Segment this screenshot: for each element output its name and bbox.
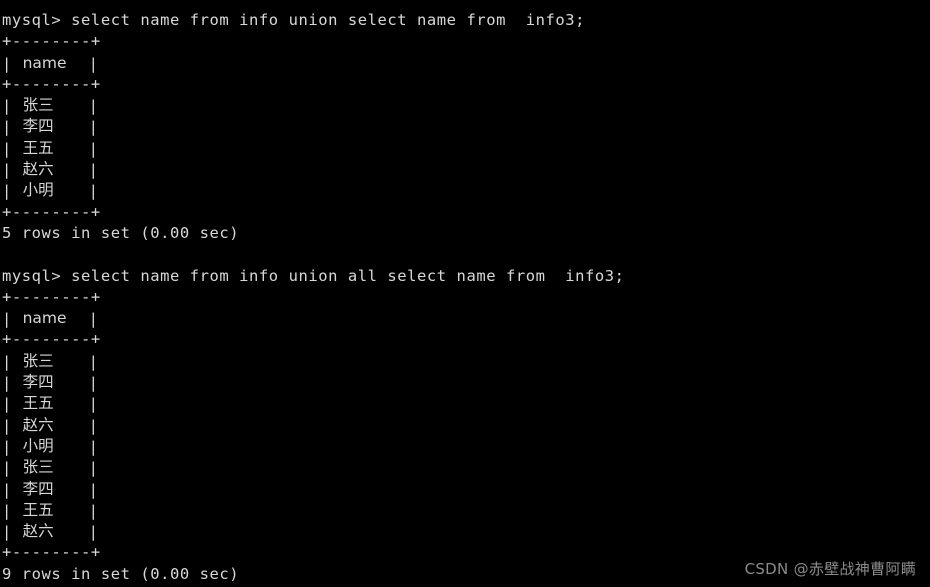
pipe-left-icon: | (2, 437, 12, 456)
pipe-left-icon: | (2, 54, 12, 73)
pipe-right-icon: | (88, 139, 99, 158)
table-row: | 小明 | (2, 436, 930, 457)
cell-value: 小明 (22, 436, 54, 455)
pipe-left-icon: | (2, 97, 12, 116)
cell-value: 张三 (22, 458, 54, 477)
table-row: | 李四 | (2, 372, 930, 393)
table-row: | 李四 | (2, 116, 930, 137)
pipe-right-icon: | (88, 97, 99, 116)
table-border-mid-1: +--------+ (2, 74, 101, 93)
pipe-right-icon: | (88, 374, 99, 393)
prompt-line-2: mysql> select name from info union all s… (2, 266, 625, 285)
cell-value: 张三 (22, 96, 54, 115)
table-row: | 赵六 | (2, 415, 930, 436)
blank-separator-line (2, 244, 930, 265)
pipe-right-icon: | (88, 310, 99, 329)
pipe-right-icon: | (88, 480, 99, 499)
table-border-top-1: +--------+ (2, 32, 101, 51)
cell-value: 李四 (22, 479, 54, 498)
pipe-right-icon: | (88, 437, 99, 456)
pipe-left-icon: | (2, 501, 12, 520)
cell-value: 王五 (22, 500, 54, 519)
table-row: | 小明 | (2, 180, 930, 201)
table-row: | 张三 | (2, 95, 930, 116)
cell-value: 赵六 (22, 160, 54, 179)
table-header-row-2: | name | (2, 308, 930, 329)
cell-value: 小明 (22, 181, 54, 200)
terminal-screen: mysql> select name from info union selec… (0, 0, 930, 587)
table-row: | 赵六 | (2, 521, 930, 542)
table-border-top-2: +--------+ (2, 287, 101, 306)
pipe-right-icon: | (88, 182, 99, 201)
pipe-right-icon: | (88, 118, 99, 137)
pipe-left-icon: | (2, 161, 12, 180)
table-row: | 王五 | (2, 500, 930, 521)
pipe-left-icon: | (2, 480, 12, 499)
pipe-left-icon: | (2, 352, 12, 371)
cell-value: 李四 (22, 373, 54, 392)
cell-value: 张三 (22, 351, 54, 370)
pipe-left-icon: | (2, 182, 12, 201)
query-block-2: mysql> select name from info union all s… (2, 266, 930, 585)
pipe-right-icon: | (88, 395, 99, 414)
table-row: | 王五 | (2, 138, 930, 159)
column-header-name: name (22, 309, 67, 328)
status-line-1: 5 rows in set (0.00 sec) (2, 223, 240, 242)
pipe-right-icon: | (88, 459, 99, 478)
pipe-right-icon: | (88, 352, 99, 371)
pipe-left-icon: | (2, 118, 12, 137)
cell-value: 王五 (22, 394, 54, 413)
pipe-left-icon: | (2, 395, 12, 414)
prompt-line-1: mysql> select name from info union selec… (2, 11, 586, 29)
pipe-left-icon: | (2, 374, 12, 393)
table-border-bottom-1: +--------+ (2, 202, 101, 221)
table-row: | 王五 | (2, 393, 930, 414)
table-border-mid-2: +--------+ (2, 330, 101, 349)
csdn-watermark: CSDN @赤壁战神曹阿瞒 (744, 560, 916, 578)
cell-value: 王五 (22, 138, 54, 157)
table-row: | 李四 | (2, 479, 930, 500)
query-block-1: mysql> select name from info union selec… (2, 10, 930, 244)
pipe-right-icon: | (88, 54, 99, 73)
table-row: | 赵六 | (2, 159, 930, 180)
table-row: | 张三 | (2, 457, 930, 478)
cell-value: 赵六 (22, 415, 54, 434)
pipe-left-icon: | (2, 310, 12, 329)
column-header-name: name (22, 53, 67, 72)
pipe-right-icon: | (88, 416, 99, 435)
table-row: | 张三 | (2, 351, 930, 372)
table-header-row-1: | name | (2, 53, 930, 74)
cell-value: 赵六 (22, 522, 54, 541)
pipe-left-icon: | (2, 416, 12, 435)
cell-value: 李四 (22, 117, 54, 136)
pipe-right-icon: | (88, 523, 99, 542)
pipe-right-icon: | (88, 161, 99, 180)
pipe-right-icon: | (88, 501, 99, 520)
pipe-left-icon: | (2, 139, 12, 158)
pipe-left-icon: | (2, 523, 12, 542)
pipe-left-icon: | (2, 459, 12, 478)
